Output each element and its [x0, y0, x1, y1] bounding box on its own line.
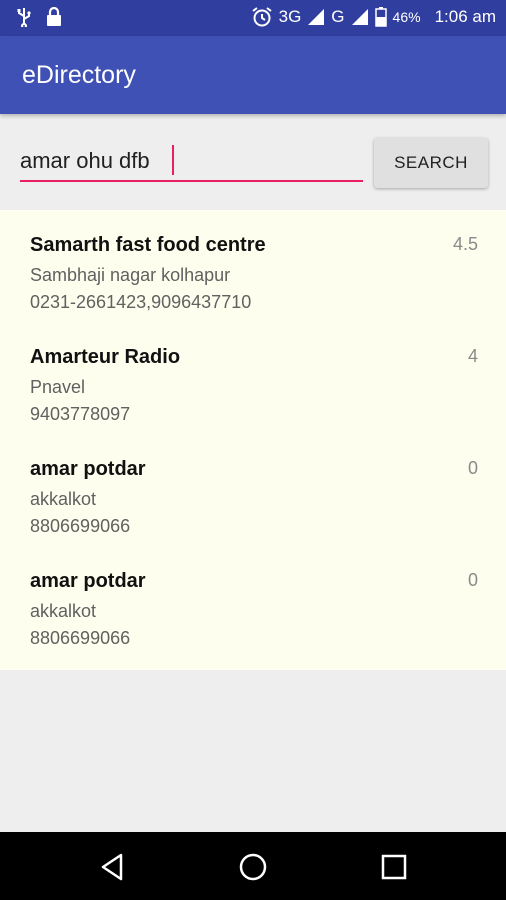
signal-icon	[307, 8, 325, 26]
item-address: akkalkot	[30, 489, 97, 509]
list-item[interactable]: amar potdar akkalkot 8806699066 0	[0, 434, 506, 546]
item-rating: 4	[467, 346, 478, 366]
item-phone: 9403778097	[30, 404, 131, 424]
list-item[interactable]: amar potdar akkalkot 8806699066 0	[0, 546, 506, 658]
status-bar: 3G G 46% 1:06 am	[0, 0, 506, 36]
item-rating: 0	[467, 458, 478, 478]
clock: 1:06 am	[434, 7, 496, 26]
search-input[interactable]	[20, 142, 363, 182]
item-address: akkalkot	[30, 601, 97, 621]
item-rating: 0	[467, 570, 478, 590]
signal-icon-2	[351, 8, 369, 26]
item-rating: 4.5	[452, 234, 478, 254]
battery-icon	[374, 7, 387, 27]
results-list: Samarth fast food centre Sambhaji nagar …	[0, 210, 506, 670]
network-type: 3G	[278, 7, 302, 26]
battery-level: 46%	[392, 9, 421, 25]
app-bar: eDirectory	[0, 36, 506, 114]
usb-icon	[16, 7, 32, 27]
home-icon[interactable]	[236, 850, 270, 884]
app-title: eDirectory	[22, 61, 136, 89]
recents-icon[interactable]	[377, 850, 411, 884]
search-button[interactable]: SEARCH	[374, 138, 488, 188]
navigation-bar	[0, 832, 506, 900]
item-phone: 8806699066	[30, 628, 131, 648]
item-address: Sambhaji nagar kolhapur	[30, 265, 231, 285]
text-cursor	[172, 145, 174, 175]
search-row: SEARCH	[0, 114, 506, 210]
list-item[interactable]: Samarth fast food centre Sambhaji nagar …	[0, 210, 506, 322]
item-name: amar potdar	[30, 458, 146, 480]
list-item[interactable]: Amarteur Radio Pnavel 9403778097 4	[0, 322, 506, 434]
back-icon[interactable]	[95, 850, 129, 884]
network-type-2: G	[331, 7, 345, 26]
item-address: Pnavel	[30, 377, 86, 397]
item-name: amar potdar	[30, 570, 146, 592]
item-phone: 8806699066	[30, 516, 131, 536]
item-name: Amarteur Radio	[30, 346, 181, 368]
item-name: Samarth fast food centre	[30, 234, 266, 256]
lock-icon	[46, 7, 62, 27]
alarm-icon	[251, 6, 273, 28]
item-phone: 0231-2661423,9096437710	[30, 292, 252, 312]
